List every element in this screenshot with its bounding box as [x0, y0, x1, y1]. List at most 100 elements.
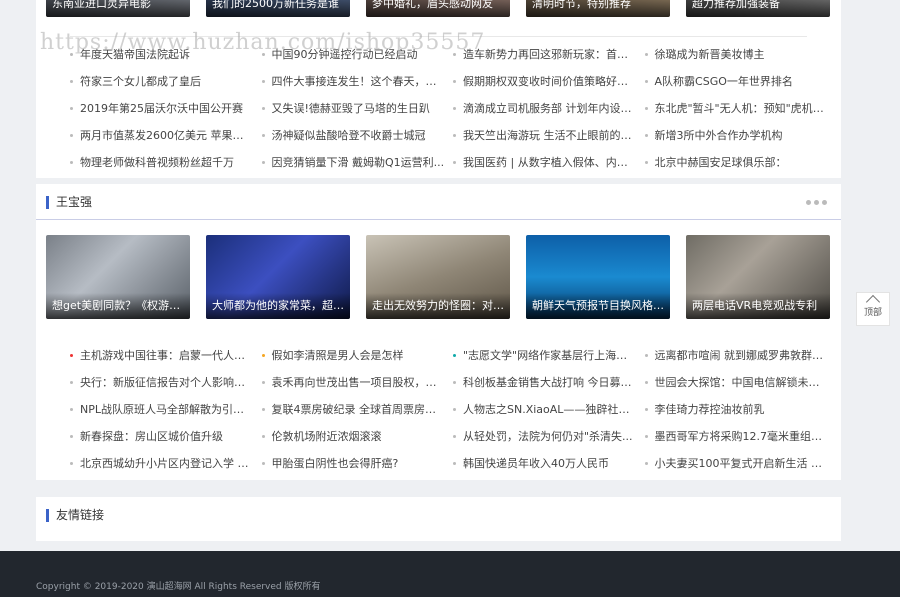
thumbnail-caption[interactable]: 东南亚进口灵异电影: [46, 0, 190, 17]
news-link[interactable]: 李佳琦力荐控油妆前乳: [644, 396, 829, 423]
news-link[interactable]: 两月市值蒸发2600亿美元 苹果时...: [70, 122, 254, 149]
thumbnail-card[interactable]: 我们的2500万新任务是谁: [206, 0, 350, 17]
news-link-text[interactable]: 我国医药 | 从数字植入假体、内窥...: [463, 156, 637, 169]
news-link-text[interactable]: 假期期权双变收时间价值策略好不...: [463, 75, 637, 88]
news-link-text[interactable]: 李佳琦力荐控油妆前乳: [655, 403, 765, 416]
news-link-text[interactable]: 从轻处罚，法院为何仍对"杀清失...: [463, 430, 633, 443]
news-link[interactable]: 伦敦机场附近浓烟滚滚: [261, 423, 446, 450]
news-link[interactable]: 又失误!德赫亚毁了马塔的生日趴: [261, 95, 446, 122]
news-link-text[interactable]: NPL战队原班人马全部解散为引入...: [80, 403, 254, 416]
news-link-text[interactable]: 科创板基金销售大战打响 今日募集...: [463, 376, 637, 389]
news-link-text[interactable]: 滴滴成立司机服务部 计划年内设立...: [463, 102, 637, 115]
news-link[interactable]: "志愿文学"网络作家基层行上海启动: [453, 342, 637, 369]
news-link[interactable]: 新增3所中外合作办学机构: [644, 122, 829, 149]
news-link-text[interactable]: 世园会大探馆：中国电信解锁未来...: [655, 376, 829, 389]
news-link-text[interactable]: 符家三个女儿都成了皇后: [80, 75, 201, 88]
news-link[interactable]: 年度天猫帝国法院起诉: [70, 41, 254, 68]
thumbnail-caption[interactable]: 走出无效努力的怪圈：对的方向...: [366, 293, 510, 319]
news-link-text[interactable]: "志愿文学"网络作家基层行上海启动: [463, 349, 637, 362]
news-link-text[interactable]: 袁禾再向世茂出售一项目股权，已...: [272, 376, 446, 389]
news-link-text[interactable]: 人物志之SN.XiaoAL——独辟社志...: [463, 403, 637, 416]
thumbnail-card[interactable]: 走出无效努力的怪圈：对的方向...: [366, 235, 510, 319]
more-icon[interactable]: [806, 200, 827, 205]
news-link-text[interactable]: 2019年第25届沃尔沃中国公开赛: [80, 102, 243, 115]
news-link-text[interactable]: 四件大事接连发生！这个春天，对...: [272, 75, 446, 88]
news-link-text[interactable]: 徐璐成为新晋美妆博主: [655, 48, 765, 61]
news-link-text[interactable]: 墨西哥军方将采购12.7毫米重组打...: [655, 430, 829, 443]
news-link[interactable]: 物理老师做科普视频粉丝超千万: [70, 149, 254, 176]
news-link-text[interactable]: 假如李清照是男人会是怎样: [272, 349, 404, 362]
news-link[interactable]: 世园会大探馆：中国电信解锁未来...: [644, 369, 829, 396]
news-link[interactable]: 人物志之SN.XiaoAL——独辟社志...: [453, 396, 637, 423]
news-link[interactable]: 韩国快递员年收入40万人民币: [453, 450, 637, 477]
thumbnail-card[interactable]: 东南亚进口灵异电影: [46, 0, 190, 17]
news-link[interactable]: 墨西哥军方将采购12.7毫米重组打...: [644, 423, 829, 450]
thumbnail-card[interactable]: 清明时节，特别推荐: [526, 0, 670, 17]
thumbnail-caption[interactable]: 超力推荐加强装备: [686, 0, 830, 17]
news-link-text[interactable]: 年度天猫帝国法院起诉: [80, 48, 190, 61]
news-link[interactable]: 2019年第25届沃尔沃中国公开赛: [70, 95, 254, 122]
news-link-text[interactable]: 新增3所中外合作办学机构: [655, 129, 783, 142]
thumbnail-card[interactable]: 想get美剧同款？《权游》城堡...: [46, 235, 190, 319]
news-link-text[interactable]: 北京中赫国安足球俱乐部：: [655, 156, 787, 169]
news-link[interactable]: 从轻处罚，法院为何仍对"杀清失...: [453, 423, 637, 450]
thumbnail-caption[interactable]: 大师都为他的家常菜，超下饭！: [206, 293, 350, 319]
thumbnail-caption[interactable]: 两层电话VR电竞观战专利: [686, 293, 830, 319]
news-link[interactable]: 造车新势力再回这邪新玩家：首钢往资...: [453, 41, 637, 68]
thumbnail-caption[interactable]: 梦中婚礼，眉头感动网友: [366, 0, 510, 17]
news-link-text[interactable]: 物理老师做科普视频粉丝超千万: [80, 156, 234, 169]
news-link[interactable]: 假期期权双变收时间价值策略好不...: [453, 68, 637, 95]
news-link-text[interactable]: 央行：新版征信报告对个人影响变...: [80, 376, 254, 389]
news-link[interactable]: 汤神疑似盐酸哈登不收爵士城冠: [261, 122, 446, 149]
thumbnail-card[interactable]: 大师都为他的家常菜，超下饭！: [206, 235, 350, 319]
news-link[interactable]: 北京中赫国安足球俱乐部：: [644, 149, 829, 176]
news-link[interactable]: 东北虎"暂斗"无人机：预知"虎机大...: [644, 95, 829, 122]
news-link[interactable]: 袁禾再向世茂出售一项目股权，已...: [261, 369, 446, 396]
news-link-text[interactable]: 远离都市喧闹 就到娜威罗弗敦群岛...: [655, 349, 829, 362]
news-link-text[interactable]: 复联4票房破纪录 全球首周票房预...: [272, 403, 446, 416]
news-link-text[interactable]: 主机游戏中国往事：启蒙一代人错...: [80, 349, 254, 362]
news-link[interactable]: 我天竺出海游玩 生活不止眼前的苟...: [453, 122, 637, 149]
news-link-text[interactable]: 小夫妻买100平复式开启新生活 公...: [655, 457, 829, 470]
news-link-text[interactable]: 造车新势力再回这邪新玩家：首钢往资...: [463, 48, 637, 61]
news-link[interactable]: 因竞猜销量下滑 戴姆勒Q1运营利...: [261, 149, 446, 176]
news-link[interactable]: 新春探盘：房山区城价值升级: [70, 423, 254, 450]
news-link-text[interactable]: 又失误!德赫亚毁了马塔的生日趴: [272, 102, 430, 115]
news-link[interactable]: 甲胎蛋白阴性也会得肝癌?: [261, 450, 446, 477]
news-link-text[interactable]: 因竞猜销量下滑 戴姆勒Q1运营利...: [272, 156, 445, 169]
news-link-text[interactable]: 伦敦机场附近浓烟滚滚: [272, 430, 382, 443]
thumbnail-card[interactable]: 超力推荐加强装备: [686, 0, 830, 17]
back-to-top-button[interactable]: 顶部: [856, 292, 890, 326]
news-link-text[interactable]: 甲胎蛋白阴性也会得肝癌?: [272, 457, 399, 470]
section-title[interactable]: 王宝强: [56, 184, 92, 220]
thumbnail-caption[interactable]: 朝鲜天气预报节目换风格，主持...: [526, 293, 670, 319]
thumbnail-card[interactable]: 朝鲜天气预报节目换风格，主持...: [526, 235, 670, 319]
news-link-text[interactable]: A队称霸CSGO一年世界排名: [655, 75, 793, 88]
news-link[interactable]: NPL战队原班人马全部解散为引入...: [70, 396, 254, 423]
news-link[interactable]: 小夫妻买100平复式开启新生活 公...: [644, 450, 829, 477]
news-link[interactable]: 复联4票房破纪录 全球首周票房预...: [261, 396, 446, 423]
thumbnail-card[interactable]: 两层电话VR电竞观战专利: [686, 235, 830, 319]
news-link-text[interactable]: 汤神疑似盐酸哈登不收爵士城冠: [272, 129, 426, 142]
news-link-text[interactable]: 韩国快递员年收入40万人民币: [463, 457, 609, 470]
news-link[interactable]: 四件大事接连发生！这个春天，对...: [261, 68, 446, 95]
news-link-text[interactable]: 中国90分钟遥控行动已经启动: [272, 48, 418, 61]
news-link[interactable]: 假如李清照是男人会是怎样: [261, 342, 446, 369]
news-link[interactable]: 徐璐成为新晋美妆博主: [644, 41, 829, 68]
news-link[interactable]: 央行：新版征信报告对个人影响变...: [70, 369, 254, 396]
news-link[interactable]: 远离都市喧闹 就到娜威罗弗敦群岛...: [644, 342, 829, 369]
news-link-text[interactable]: 东北虎"暂斗"无人机：预知"虎机大...: [655, 102, 829, 115]
news-link[interactable]: A队称霸CSGO一年世界排名: [644, 68, 829, 95]
thumbnail-caption[interactable]: 清明时节，特别推荐: [526, 0, 670, 17]
news-link[interactable]: 北京西城幼升小片区内登记入学 取...: [70, 450, 254, 477]
thumbnail-caption[interactable]: 想get美剧同款？《权游》城堡...: [46, 293, 190, 319]
news-link-text[interactable]: 新春探盘：房山区城价值升级: [80, 430, 223, 443]
news-link[interactable]: 滴滴成立司机服务部 计划年内设立...: [453, 95, 637, 122]
thumbnail-card[interactable]: 梦中婚礼，眉头感动网友: [366, 0, 510, 17]
news-link[interactable]: 符家三个女儿都成了皇后: [70, 68, 254, 95]
news-link-text[interactable]: 北京西城幼升小片区内登记入学 取...: [80, 457, 254, 470]
news-link[interactable]: 科创板基金销售大战打响 今日募集...: [453, 369, 637, 396]
news-link-text[interactable]: 我天竺出海游玩 生活不止眼前的苟...: [463, 129, 637, 142]
news-link[interactable]: 主机游戏中国往事：启蒙一代人错...: [70, 342, 254, 369]
thumbnail-caption[interactable]: 我们的2500万新任务是谁: [206, 0, 350, 17]
